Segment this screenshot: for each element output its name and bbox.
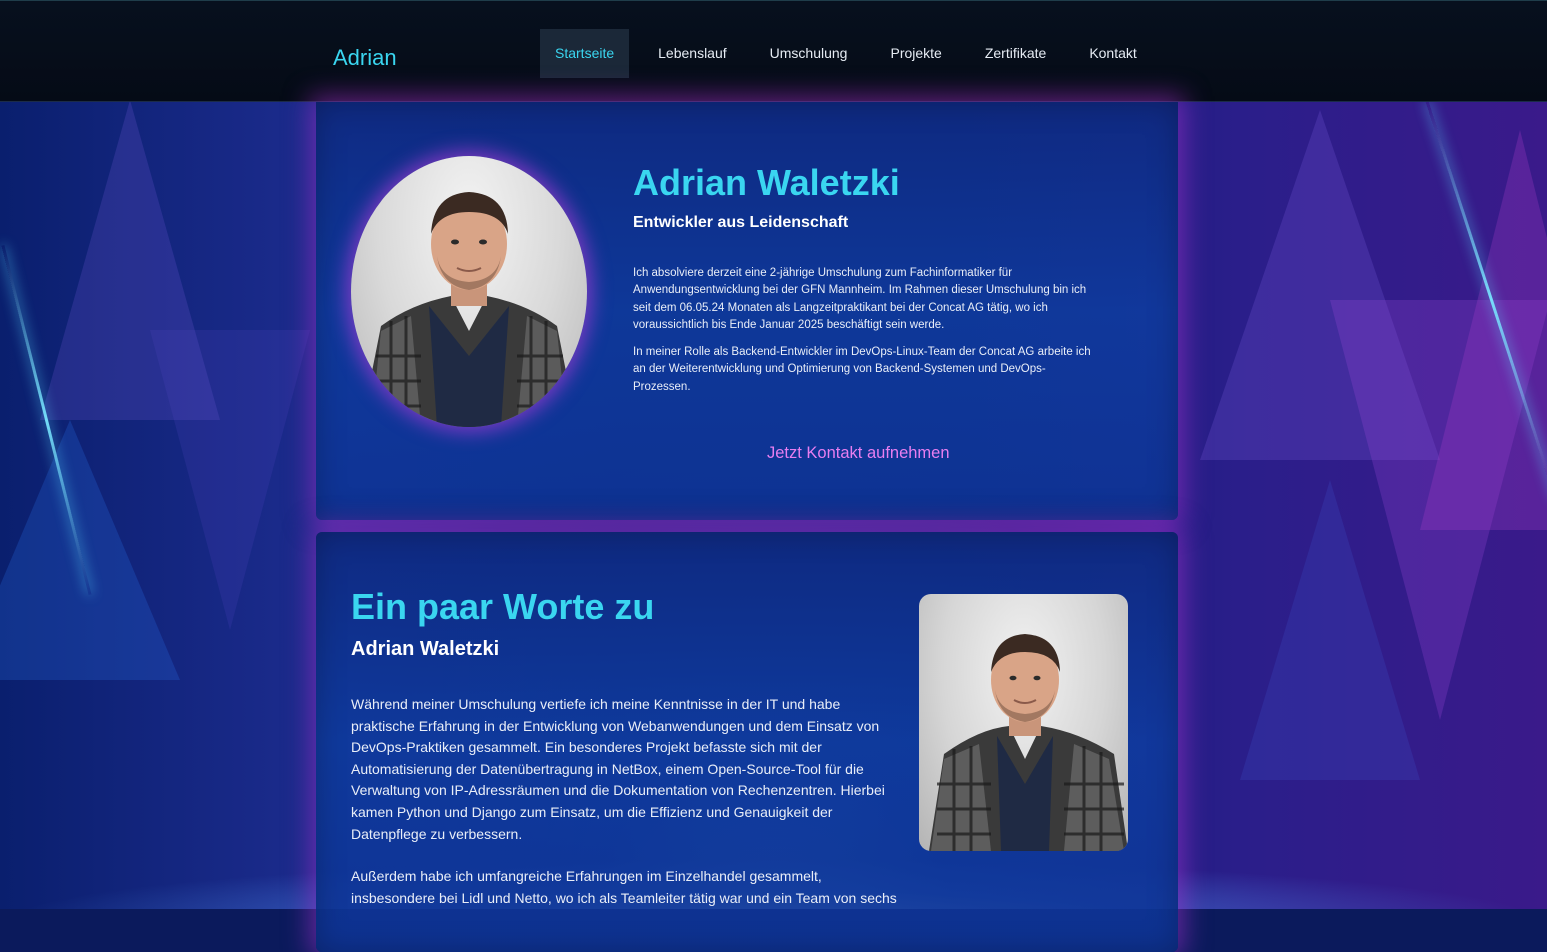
hero-paragraph: In meiner Rolle als Backend-Entwickler i… <box>633 346 1091 393</box>
nav-item-zertifikate[interactable]: Zertifikate <box>970 29 1061 78</box>
hero-intro: Ich absolviere derzeit eine 2-jährige Um… <box>633 265 1095 406</box>
about-subtitle: Adrian Waletzki <box>351 638 500 660</box>
main-nav: Startseite Lebenslauf Umschulung Projekt… <box>540 29 1165 78</box>
decor-triangle <box>0 420 180 680</box>
about-card: Ein paar Worte zu Adrian Waletzki Währen… <box>316 532 1178 952</box>
site-header: Adrian Startseite Lebenslauf Umschulung … <box>0 0 1547 102</box>
person-illustration <box>361 192 577 427</box>
about-text: Während meiner Umschulung vertiefe ich m… <box>351 694 907 930</box>
hero-card: Adrian Waletzki Entwickler aus Leidensch… <box>316 102 1178 520</box>
about-photo <box>919 594 1128 851</box>
brand-logo[interactable]: Adrian <box>333 45 397 71</box>
nav-item-lebenslauf[interactable]: Lebenslauf <box>643 29 742 78</box>
about-paragraph: Während meiner Umschulung vertiefe ich m… <box>351 696 885 842</box>
decor-triangle <box>1240 480 1420 780</box>
about-title: Ein paar Worte zu <box>351 586 655 627</box>
nav-item-projekte[interactable]: Projekte <box>875 29 956 78</box>
nav-item-umschulung[interactable]: Umschulung <box>755 29 863 78</box>
nav-item-kontakt[interactable]: Kontakt <box>1074 29 1151 78</box>
hero-tagline: Entwickler aus Leidenschaft <box>633 214 849 231</box>
profile-photo <box>351 156 587 427</box>
contact-cta-link[interactable]: Jetzt Kontakt aufnehmen <box>767 444 950 463</box>
nav-item-startseite[interactable]: Startseite <box>540 29 630 78</box>
hero-paragraph: Ich absolviere derzeit eine 2-jährige Um… <box>633 267 1087 331</box>
about-paragraph: Außerdem habe ich umfangreiche Erfahrung… <box>351 868 897 906</box>
person-illustration <box>929 634 1128 851</box>
decor-triangle <box>1420 130 1547 530</box>
hero-name: Adrian Waletzki <box>633 162 900 203</box>
